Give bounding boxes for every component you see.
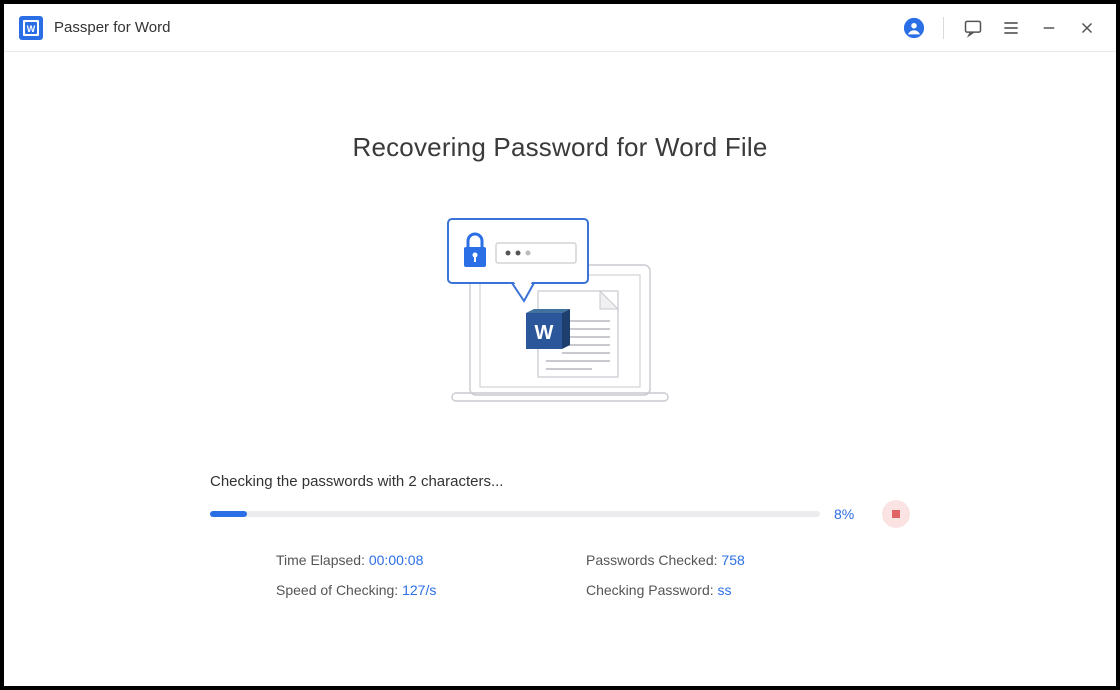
- titlebar: W Passper for Word: [4, 4, 1116, 52]
- stop-button[interactable]: [882, 500, 910, 528]
- titlebar-right: [899, 13, 1102, 43]
- close-button[interactable]: [1072, 13, 1102, 43]
- main-content: Recovering Password for Word File: [4, 52, 1116, 686]
- progress-percent: 8%: [834, 506, 868, 522]
- stats-grid: Time Elapsed: 00:00:08 Passwords Checked…: [276, 552, 910, 598]
- stat-time-elapsed: Time Elapsed: 00:00:08: [276, 552, 576, 568]
- time-elapsed-value: 00:00:08: [369, 552, 424, 568]
- svg-text:W: W: [535, 322, 554, 344]
- svg-text:W: W: [27, 24, 36, 34]
- time-elapsed-label: Time Elapsed:: [276, 552, 369, 568]
- feedback-icon[interactable]: [958, 13, 988, 43]
- account-icon[interactable]: [899, 13, 929, 43]
- page-title: Recovering Password for Word File: [352, 132, 767, 163]
- progress-track: [210, 511, 820, 517]
- current-password-value: ss: [718, 582, 732, 598]
- illustration: W: [430, 213, 690, 413]
- stat-passwords-checked: Passwords Checked: 758: [586, 552, 886, 568]
- progress-area: Checking the passwords with 2 characters…: [210, 473, 910, 598]
- speed-value: 127/s: [402, 582, 436, 598]
- stop-icon: [892, 510, 900, 518]
- passwords-checked-value: 758: [721, 552, 744, 568]
- app-logo-icon: W: [18, 15, 44, 41]
- app-window: W Passper for Word: [0, 0, 1120, 690]
- stat-speed: Speed of Checking: 127/s: [276, 582, 576, 598]
- speed-label: Speed of Checking:: [276, 582, 402, 598]
- minimize-button[interactable]: [1034, 13, 1064, 43]
- progress-row: 8%: [210, 500, 910, 528]
- current-password-label: Checking Password:: [586, 582, 718, 598]
- stat-current-password: Checking Password: ss: [586, 582, 886, 598]
- app-title: Passper for Word: [54, 19, 170, 36]
- titlebar-divider: [943, 17, 944, 39]
- passwords-checked-label: Passwords Checked:: [586, 552, 721, 568]
- menu-icon[interactable]: [996, 13, 1026, 43]
- titlebar-left: W Passper for Word: [18, 15, 170, 41]
- status-message: Checking the passwords with 2 characters…: [210, 473, 910, 490]
- progress-fill: [210, 511, 247, 517]
